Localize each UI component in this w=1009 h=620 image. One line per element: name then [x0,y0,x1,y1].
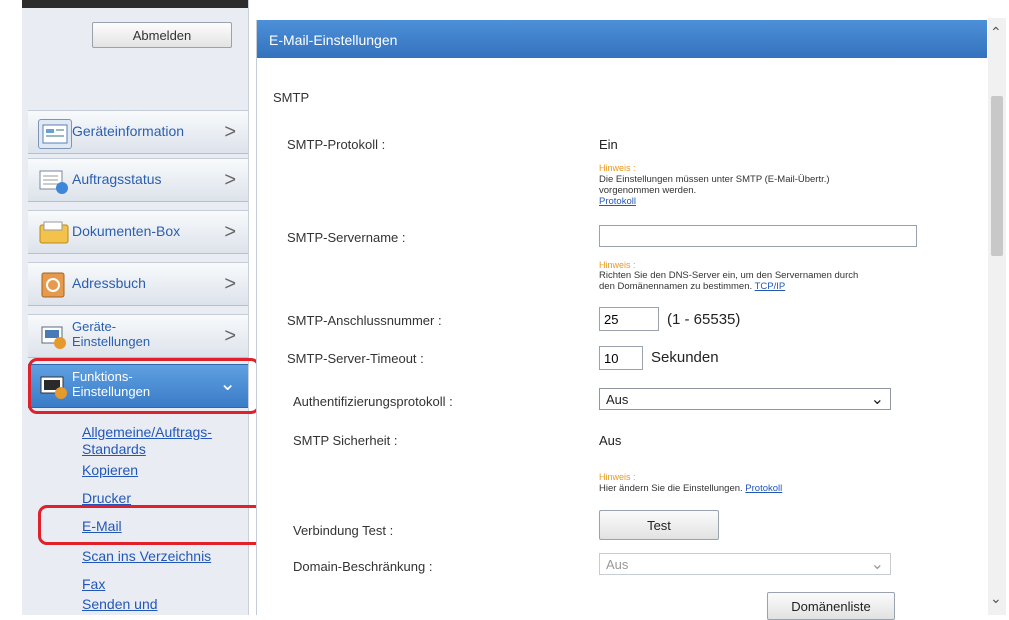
nav-item-document-box[interactable]: Dokumenten-Box > [28,210,248,254]
smtp-protocol-label: SMTP-Protokoll : [287,137,386,152]
test-button[interactable]: Test [599,510,719,540]
sub-link-copy[interactable]: Kopieren [82,462,138,478]
smtp-security-value: Aus [599,433,622,448]
nav-label-line1: Geräte- [72,319,117,334]
nav-label: Dokumenten-Box [72,223,181,239]
smtp-servername-input[interactable] [599,225,917,247]
chevron-right-icon: > [224,325,236,347]
auth-protocol-value: Aus [606,392,629,407]
hint1-protocol-link[interactable]: Protokoll [599,196,636,207]
main-header: E-Mail-Einstellungen [257,20,987,58]
sub-link-printer[interactable]: Drucker [82,490,131,506]
nav-label: Auftragsstatus [72,171,162,187]
hint1-title: Hinweis : [599,163,636,173]
sub-link-send-and[interactable]: Senden und [82,596,158,612]
nav-item-address-book[interactable]: Adressbuch > [28,262,248,306]
device-settings-icon [38,323,70,351]
sub-link-fax[interactable]: Fax [82,576,105,592]
hint2-line1: Richten Sie den DNS-Server ein, um den S… [599,270,859,281]
hint1-line2: vorgenommen werden. [599,185,697,196]
domain-restriction-select[interactable]: Aus ⌄ [599,553,891,575]
vertical-scrollbar[interactable]: ⌃ ⌄ [988,18,1006,615]
hint3-line1: Hier ändern Sie die Einstellungen. [599,483,743,494]
nav-item-job-status[interactable]: Auftragsstatus > [28,158,248,202]
auth-protocol-select[interactable]: Aus ⌄ [599,388,891,410]
hint2-text: Richten Sie den DNS-Server ein, um den S… [599,270,858,292]
main-panel: E-Mail-Einstellungen SMTP SMTP-Protokoll… [256,20,987,620]
device-info-icon [38,119,72,149]
hint2-line2: den Domänennamen zu bestimmen. [599,281,753,292]
nav-item-device-settings[interactable]: Geräte- Einstellungen > [28,314,248,358]
sub-link-general-standards-2[interactable]: Standards [82,441,146,457]
section-title-smtp: SMTP [273,90,310,105]
nav-label: Geräte- Einstellungen [72,319,150,349]
hint1-text: Die Einstellungen müssen unter SMTP (E-M… [599,174,830,207]
sub-link-scan-to-folder[interactable]: Scan ins Verzeichnis [82,548,211,564]
hint2-tcpip-link[interactable]: TCP/IP [755,281,786,292]
hint2-title: Hinweis : [599,260,636,270]
nav-item-device-info[interactable]: Geräteinformation > [28,110,248,154]
smtp-port-label: SMTP-Anschlussnummer : [287,313,442,328]
smtp-port-range: (1 - 65535) [667,311,741,328]
auth-protocol-label: Authentifizierungsprotokoll : [293,394,453,409]
smtp-timeout-label: SMTP-Server-Timeout : [287,351,424,366]
document-box-icon [38,219,70,247]
chevron-right-icon: > [224,273,236,295]
hint3-title: Hinweis : [599,472,636,482]
connection-test-label: Verbindung Test : [293,523,394,538]
sidebar-top-bar [22,0,248,8]
sub-link-general-standards[interactable]: Allgemeine/Auftrags- [82,424,212,440]
highlight-email [38,505,264,545]
smtp-port-input[interactable] [599,307,659,331]
smtp-protocol-value: Ein [599,137,618,152]
scroll-thumb[interactable] [991,96,1003,256]
smtp-security-label: SMTP Sicherheit : [293,433,398,448]
job-status-icon [38,167,70,195]
nav-label-line2: Einstellungen [72,334,151,349]
nav-label: Geräteinformation [72,123,185,139]
domain-restriction-label: Domain-Beschränkung : [293,559,433,574]
nav-label: Adressbuch [72,275,146,291]
chevron-down-icon: ⌄ [870,391,884,408]
chevron-down-icon: ⌄ [870,556,884,573]
chevron-right-icon: > [224,221,236,243]
chevron-right-icon: > [224,121,236,143]
domain-restriction-value: Aus [606,557,629,572]
logout-button[interactable]: Abmelden [92,22,232,48]
scroll-up-icon[interactable]: ⌃ [990,24,1002,41]
smtp-timeout-input[interactable] [599,346,643,370]
smtp-timeout-unit: Sekunden [651,349,719,366]
smtp-servername-label: SMTP-Servername : [287,230,406,245]
address-book-icon [38,271,70,299]
hint3-text: Hier ändern Sie die Einstellungen. Proto… [599,483,782,494]
domain-list-button[interactable]: Domänenliste [767,592,895,620]
page-title: E-Mail-Einstellungen [269,32,398,48]
hint1-line1: Die Einstellungen müssen unter SMTP (E-M… [599,174,830,185]
scroll-down-icon[interactable]: ⌄ [990,590,1002,607]
hint3-protocol-link[interactable]: Protokoll [745,483,782,494]
highlight-function-settings [28,358,260,414]
chevron-right-icon: > [224,169,236,191]
